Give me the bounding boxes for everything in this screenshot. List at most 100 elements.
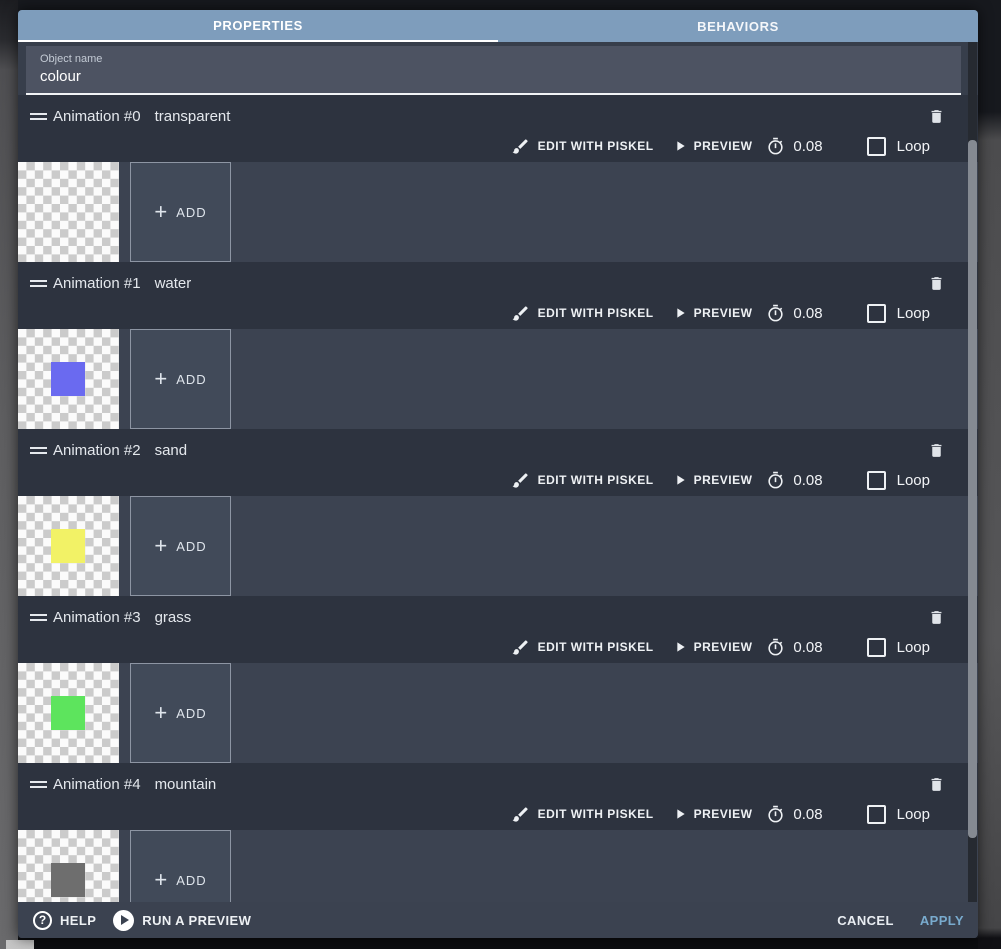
- animation-name[interactable]: transparent: [155, 108, 231, 125]
- animation-title: Animation #3: [53, 608, 141, 626]
- brush-icon[interactable]: [511, 471, 530, 490]
- preview-button[interactable]: PREVIEW: [694, 473, 753, 487]
- preview-button[interactable]: PREVIEW: [694, 807, 753, 821]
- frame-color-swatch: [51, 362, 85, 396]
- edit-with-piskel-button[interactable]: EDIT WITH PISKEL: [538, 640, 654, 654]
- brush-icon[interactable]: [511, 304, 530, 323]
- apply-button[interactable]: APPLY: [920, 913, 964, 928]
- add-label: ADD: [176, 204, 207, 220]
- animations-list: Animation #0 transparent EDIT WITH PISKE…: [18, 95, 978, 902]
- frame-thumbnail[interactable]: [18, 162, 119, 262]
- loop-label: Loop: [896, 805, 930, 823]
- loop-checkbox[interactable]: [866, 136, 886, 156]
- loop-label: Loop: [896, 471, 930, 489]
- animation-name[interactable]: water: [155, 275, 192, 292]
- add-label: ADD: [176, 872, 207, 888]
- run-a-preview-button[interactable]: RUN A PREVIEW: [142, 913, 251, 928]
- frame-color-swatch: [51, 863, 85, 897]
- drag-handle-icon[interactable]: [30, 780, 47, 788]
- run-preview-icon[interactable]: [113, 909, 135, 931]
- help-button[interactable]: HELP: [60, 913, 96, 928]
- time-between-frames-value[interactable]: 0.08: [793, 138, 822, 155]
- play-icon[interactable]: [672, 806, 688, 822]
- loop-checkbox[interactable]: [866, 303, 886, 323]
- delete-animation-icon[interactable]: [928, 608, 945, 627]
- edit-with-piskel-button[interactable]: EDIT WITH PISKEL: [538, 807, 654, 821]
- timer-icon: [766, 805, 785, 824]
- backdrop-right: [978, 0, 1001, 949]
- scrollbar-track[interactable]: [968, 42, 977, 902]
- loop-label: Loop: [896, 137, 930, 155]
- edit-with-piskel-button[interactable]: EDIT WITH PISKEL: [538, 306, 654, 320]
- cancel-button[interactable]: CANCEL: [837, 913, 894, 928]
- plus-icon: +: [154, 199, 168, 224]
- time-between-frames-value[interactable]: 0.08: [793, 639, 822, 656]
- add-frame-button[interactable]: + ADD: [130, 663, 231, 763]
- time-between-frames-value[interactable]: 0.08: [793, 305, 822, 322]
- object-name-panel: Object name: [26, 46, 961, 95]
- frame-thumbnail[interactable]: [18, 496, 119, 596]
- animation-section: Animation #1 water EDIT WITH PISKEL PREV…: [18, 262, 978, 429]
- tab-behaviors[interactable]: BEHAVIORS: [498, 10, 978, 42]
- frame-thumbnail[interactable]: [18, 830, 119, 902]
- drag-handle-icon[interactable]: [30, 279, 47, 287]
- add-frame-button[interactable]: + ADD: [130, 496, 231, 596]
- time-between-frames-value[interactable]: 0.08: [793, 806, 822, 823]
- brush-icon[interactable]: [511, 137, 530, 156]
- plus-icon: +: [154, 700, 168, 725]
- animation-section: Animation #3 grass EDIT WITH PISKEL PREV…: [18, 596, 978, 763]
- brush-icon[interactable]: [511, 805, 530, 824]
- preview-button[interactable]: PREVIEW: [694, 640, 753, 654]
- add-frame-button[interactable]: + ADD: [130, 162, 231, 262]
- object-name-label: Object name: [40, 53, 103, 65]
- drag-handle-icon[interactable]: [30, 613, 47, 621]
- animation-name[interactable]: grass: [155, 609, 192, 626]
- drag-handle-icon[interactable]: [30, 446, 47, 454]
- animation-header: Animation #1 water EDIT WITH PISKEL PREV…: [18, 262, 978, 329]
- play-icon[interactable]: [672, 305, 688, 321]
- tab-bar: PROPERTIES BEHAVIORS: [18, 10, 978, 42]
- delete-animation-icon[interactable]: [928, 775, 945, 794]
- animation-header: Animation #0 transparent EDIT WITH PISKE…: [18, 95, 978, 162]
- loop-checkbox[interactable]: [866, 804, 886, 824]
- animation-name[interactable]: sand: [155, 442, 188, 459]
- frame-color-swatch: [51, 529, 85, 563]
- play-icon[interactable]: [672, 472, 688, 488]
- add-frame-button[interactable]: + ADD: [130, 830, 231, 902]
- loop-checkbox[interactable]: [866, 470, 886, 490]
- frame-thumbnail[interactable]: [18, 663, 119, 763]
- time-between-frames-value[interactable]: 0.08: [793, 472, 822, 489]
- scrollbar-thumb[interactable]: [968, 140, 977, 838]
- object-name-section: Object name: [18, 42, 978, 95]
- loop-checkbox[interactable]: [866, 637, 886, 657]
- edit-with-piskel-button[interactable]: EDIT WITH PISKEL: [538, 473, 654, 487]
- brush-icon[interactable]: [511, 638, 530, 657]
- animation-header: Animation #4 mountain EDIT WITH PISKEL P…: [18, 763, 978, 830]
- delete-animation-icon[interactable]: [928, 441, 945, 460]
- drag-handle-icon[interactable]: [30, 112, 47, 120]
- help-icon[interactable]: ?: [33, 910, 52, 930]
- object-name-input[interactable]: [26, 65, 961, 85]
- frame-thumbnail[interactable]: [18, 329, 119, 429]
- animation-title: Animation #2: [53, 441, 141, 459]
- add-label: ADD: [176, 705, 207, 721]
- loop-label: Loop: [896, 638, 930, 656]
- add-frame-button[interactable]: + ADD: [130, 329, 231, 429]
- plus-icon: +: [154, 366, 168, 391]
- frames-row: + ADD: [18, 663, 978, 763]
- play-icon[interactable]: [672, 138, 688, 154]
- plus-icon: +: [154, 533, 168, 558]
- background-window-fragment: [6, 940, 34, 949]
- edit-with-piskel-button[interactable]: EDIT WITH PISKEL: [538, 139, 654, 153]
- play-icon[interactable]: [672, 639, 688, 655]
- delete-animation-icon[interactable]: [928, 274, 945, 293]
- plus-icon: +: [154, 867, 168, 892]
- animation-name[interactable]: mountain: [155, 776, 217, 793]
- timer-icon: [766, 304, 785, 323]
- frames-row: + ADD: [18, 162, 978, 262]
- tab-properties[interactable]: PROPERTIES: [18, 10, 498, 42]
- preview-button[interactable]: PREVIEW: [694, 139, 753, 153]
- delete-animation-icon[interactable]: [928, 107, 945, 126]
- preview-button[interactable]: PREVIEW: [694, 306, 753, 320]
- frame-color-swatch: [51, 696, 85, 730]
